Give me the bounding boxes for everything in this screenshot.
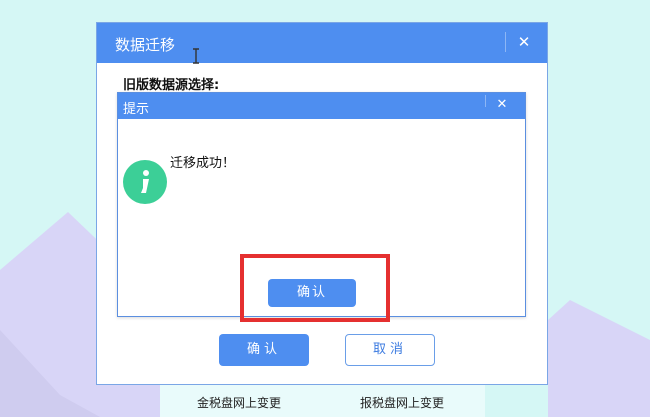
prompt-title: 提示 <box>123 102 150 117</box>
cancel-button[interactable]: 取消 <box>345 334 435 366</box>
confirm-button[interactable]: 确认 <box>219 334 309 366</box>
prompt-close-icon[interactable]: ✕ <box>490 95 514 115</box>
dialog-titlebar: 数据迁移 ✕ <box>97 23 547 63</box>
old-data-source-label: 旧版数据源选择: <box>123 78 220 93</box>
tax-disk-change-link[interactable]: 报税盘网上变更 <box>360 394 444 411</box>
dialog-title: 数据迁移 <box>115 36 176 54</box>
success-message: 迁移成功！ <box>170 156 236 171</box>
golden-tax-disk-change-link[interactable]: 金税盘网上变更 <box>197 394 281 411</box>
text-cursor-icon <box>193 48 199 64</box>
titlebar-divider <box>505 32 506 52</box>
close-icon[interactable]: ✕ <box>512 31 536 53</box>
highlight-annotation <box>240 254 390 322</box>
prompt-titlebar-divider <box>485 95 486 107</box>
info-icon <box>123 160 167 204</box>
prompt-titlebar: 提示 ✕ <box>118 93 525 119</box>
